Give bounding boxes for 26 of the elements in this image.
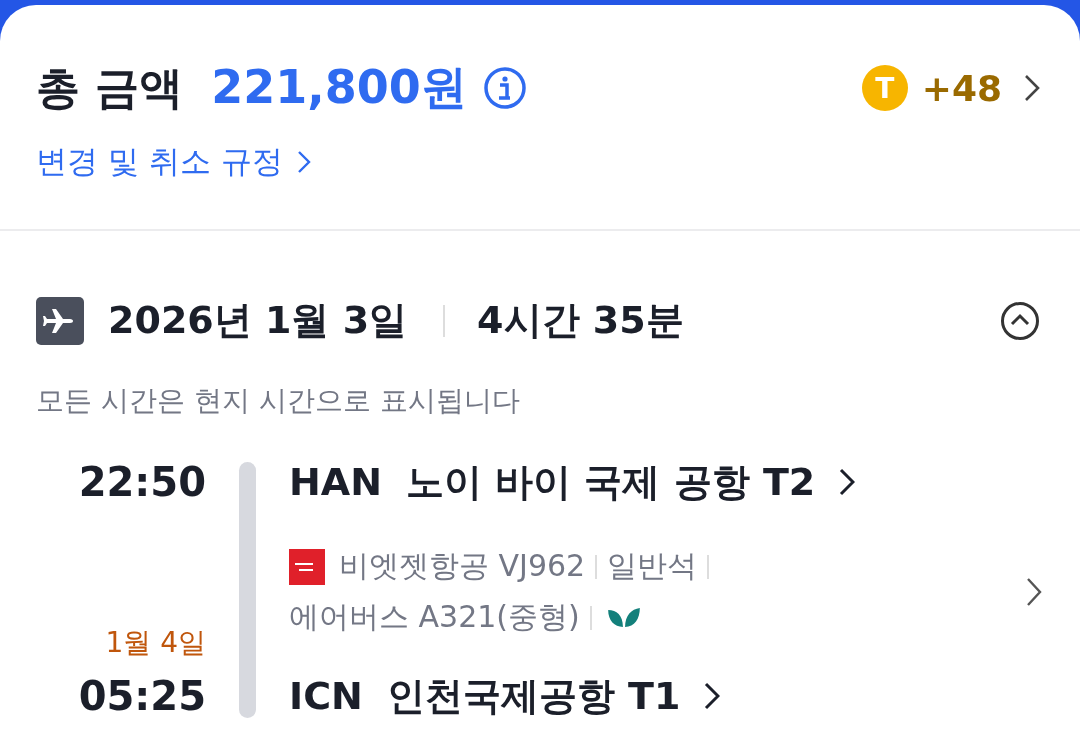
chevron-right-icon [1024,74,1040,102]
chevron-right-icon [296,150,311,174]
arrival-airport-link[interactable]: ICN 인천국제공항 T1 [289,668,1042,724]
flight-details-row[interactable]: 비엣젯항공 VJ962 일반석 에어버스 A321(중형) [289,510,1042,668]
timezone-note: 모든 시간은 현지 시간으로 표시됩니다 [36,383,521,419]
airline-flight: 비엣젯항공 VJ962 [339,547,586,585]
arrival-time: 05:25 [77,672,206,721]
info-icon[interactable] [482,66,527,110]
airline-logo-icon [289,548,325,585]
policy-link[interactable]: 변경 및 취소 규정 [36,141,311,183]
departure-airport-link[interactable]: HAN 노이 바이 국제 공항 T2 [289,454,1042,510]
chevron-right-icon [704,682,721,710]
flight-duration: 4시간 35분 [477,297,684,344]
coin-icon: T [861,65,908,111]
departure-time: 22:50 [77,458,206,507]
flight-date: 2026년 1월 3일 [108,297,408,344]
arrival-date: 1월 4일 [104,625,206,661]
chevron-right-icon [839,468,856,496]
cabin-class: 일반석 [607,547,698,585]
airplane-icon [36,296,84,345]
aircraft-type: 에어버스 A321(중형) [289,598,580,636]
points-button[interactable]: T +48 [861,65,1040,111]
total-amount: 221,800원 [211,59,467,116]
chevron-right-icon [1026,577,1042,607]
total-label: 총 금액 [36,60,184,115]
collapse-icon[interactable] [1000,300,1040,341]
